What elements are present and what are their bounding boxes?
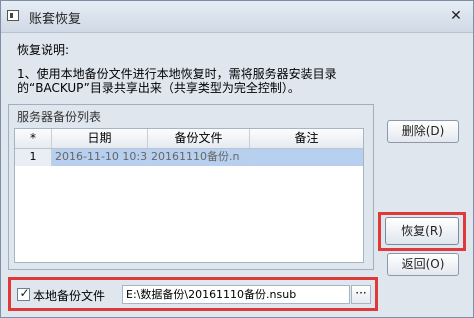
description-text: 1、使用本地备份文件进行本地恢复时，需将服务器安装目录的“BACKUP”目录共享… — [17, 67, 337, 95]
column-header-note[interactable]: 备注 — [250, 129, 363, 148]
row-file: 20161110备份.n — [148, 149, 250, 166]
checkmark-icon: ✓ — [19, 286, 30, 300]
restore-button[interactable]: 恢复(R) — [385, 217, 459, 245]
table-header: * 日期 备份文件 备注 — [15, 129, 363, 149]
column-header-file[interactable]: 备份文件 — [148, 129, 250, 148]
local-backup-checkbox[interactable]: ✓ — [17, 286, 30, 301]
window-title: 账套恢复 — [29, 12, 82, 27]
title-bar[interactable]: 账套恢复 ✕ — [1, 1, 473, 33]
backup-path-field[interactable]: E:\数据备份\20161110备份.nsub — [122, 285, 350, 304]
close-icon[interactable]: ✕ — [448, 8, 464, 24]
row-index: 1 — [15, 149, 52, 166]
row-note — [250, 149, 363, 166]
column-header-date[interactable]: 日期 — [52, 129, 148, 148]
back-button[interactable]: 返回(O) — [387, 253, 459, 276]
row-date: 2016-11-10 10:3 — [52, 149, 148, 166]
delete-button[interactable]: 删除(D) — [387, 120, 459, 143]
browse-button[interactable]: ··· — [351, 285, 371, 304]
table-row[interactable]: 1 2016-11-10 10:3 20161110备份.n — [15, 149, 363, 166]
restore-dialog: 账套恢复 ✕ 恢复说明: 1、使用本地备份文件进行本地恢复时，需将服务器安装目录… — [0, 0, 474, 318]
backup-table: * 日期 备份文件 备注 1 2016-11-10 10:3 20161110备… — [14, 128, 364, 263]
column-header-index[interactable]: * — [15, 129, 52, 148]
group-title: 服务器备份列表 — [17, 110, 102, 124]
description-heading: 恢复说明: — [17, 43, 70, 57]
window-icon — [7, 10, 19, 21]
local-backup-label[interactable]: 本地备份文件 — [33, 287, 105, 304]
